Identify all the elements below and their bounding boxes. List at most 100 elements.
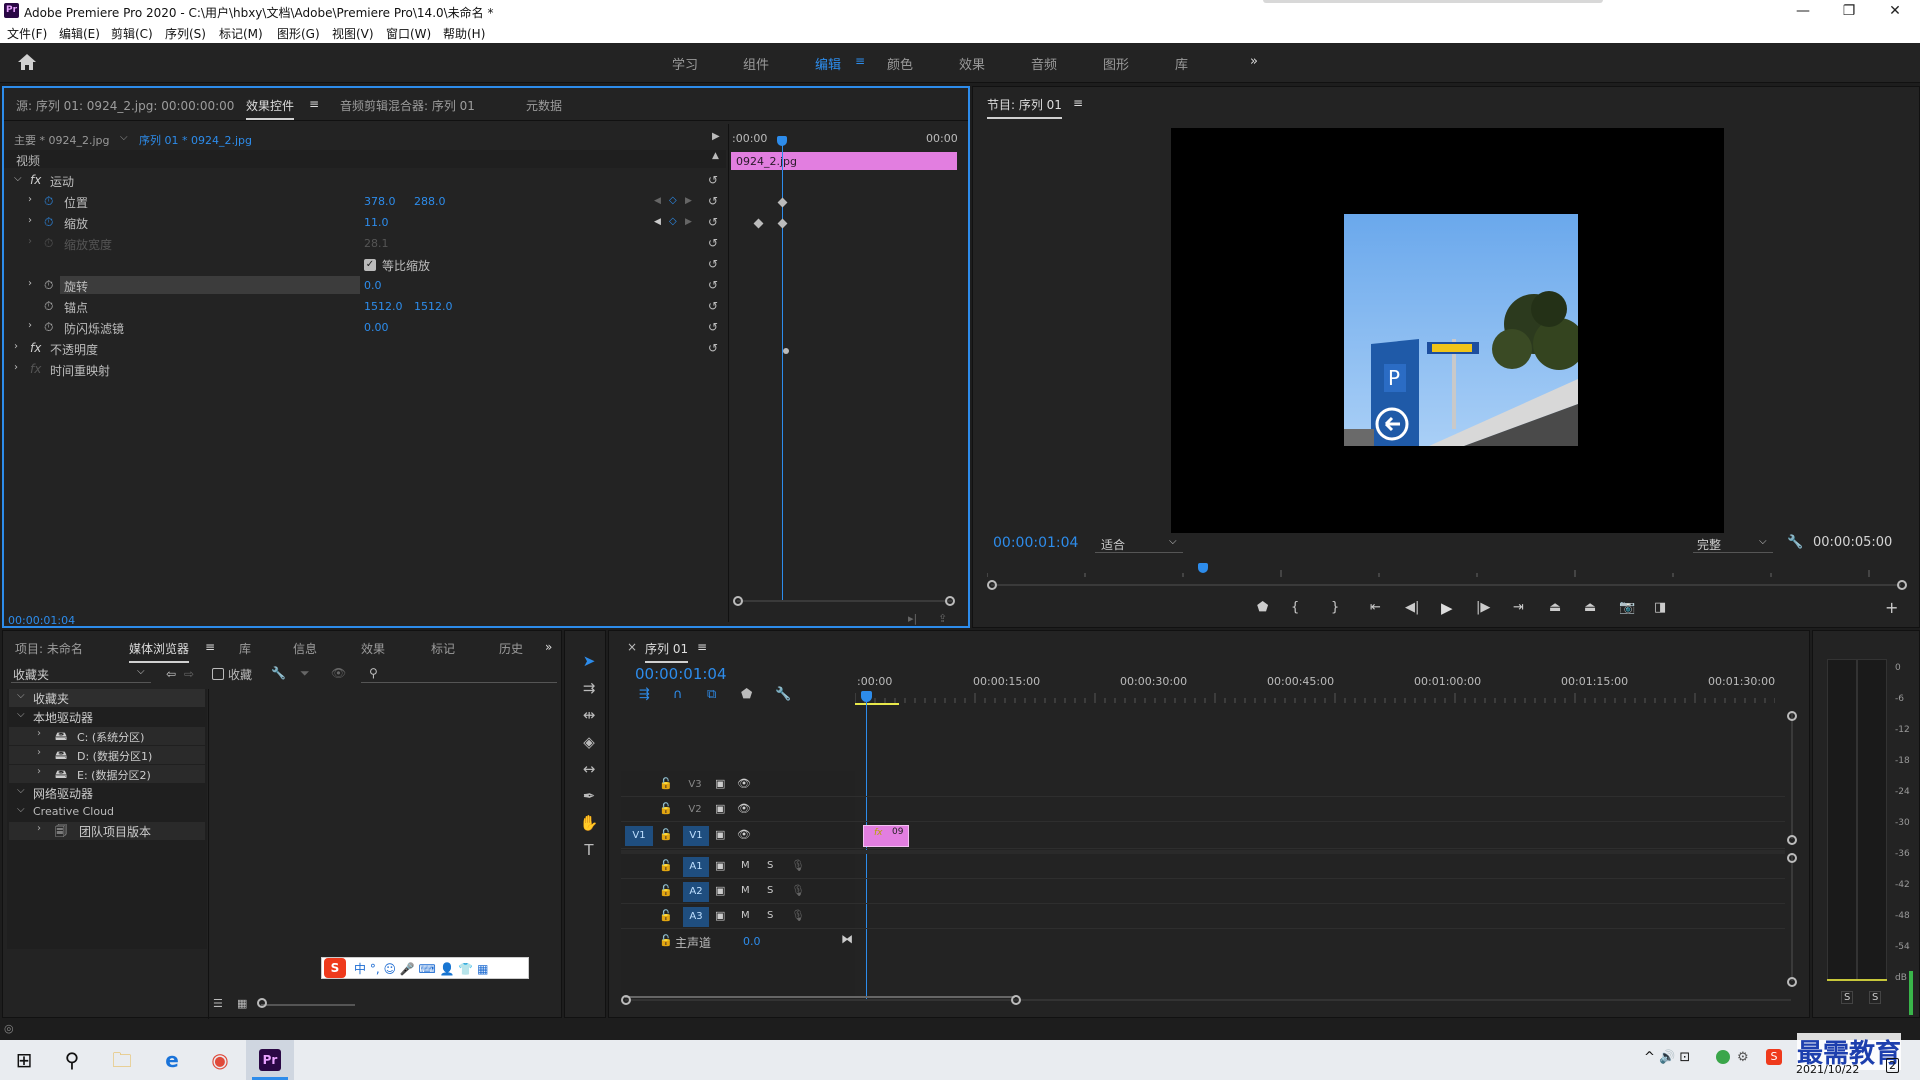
reset-icon[interactable]: ↺ — [708, 341, 718, 355]
tab-media-browser[interactable]: 媒体浏览器 — [129, 640, 190, 663]
menu-view[interactable]: 视图(V) — [332, 25, 374, 42]
linked-selection-icon[interactable]: ⧉ — [707, 687, 716, 702]
effect-timecode[interactable]: 00:00:01:04 — [8, 614, 75, 627]
track-lock-icon[interactable]: 🔓 — [659, 802, 673, 815]
restore-button[interactable]: ❐ — [1826, 0, 1872, 22]
menu-sequence[interactable]: 序列(S) — [165, 25, 206, 42]
scroll-handle-top[interactable] — [1787, 853, 1797, 863]
tab-libraries[interactable]: 库 — [239, 640, 251, 657]
overflow-icon[interactable]: » — [545, 640, 552, 654]
timeline-settings-wrench-icon[interactable]: 🔧 — [775, 687, 791, 702]
panel-menu-icon[interactable]: ≡ — [697, 640, 707, 654]
chevron-right-icon[interactable]: › — [14, 341, 18, 352]
chevron-right-icon[interactable]: › — [28, 194, 32, 205]
status-info-icon[interactable]: ◎ — [4, 1022, 14, 1035]
add-keyframe-icon[interactable]: ◇ — [669, 195, 677, 206]
media-search-input[interactable]: ⚲ — [361, 665, 557, 683]
workspace-color[interactable]: 颜色 — [887, 54, 913, 73]
track-a1[interactable]: 🔓 A1 ▣ M S 🎙 — [621, 855, 1785, 879]
solo-button[interactable]: S — [767, 885, 773, 896]
tray-network-icon[interactable]: ⚙ — [1737, 1050, 1749, 1065]
tab-effects[interactable]: 效果 — [361, 640, 385, 657]
tab-project[interactable]: 项目: 未命名 — [15, 640, 83, 657]
chevron-down-icon[interactable]: ⌵ — [17, 804, 25, 815]
track-v1-label[interactable]: V1 — [683, 826, 709, 846]
windows-start-button[interactable]: ⊞ — [0, 1040, 48, 1080]
filter-icon[interactable]: ▸| — [908, 612, 917, 625]
chevron-right-icon[interactable]: › — [28, 215, 32, 226]
solo-button[interactable]: S — [767, 910, 773, 921]
scroll-handle-bottom[interactable] — [1787, 977, 1797, 987]
rotation-value[interactable]: 0.0 — [364, 279, 382, 292]
tree-network-row[interactable]: ⌵ 网络驱动器 — [9, 784, 205, 802]
step-back-icon[interactable]: ◀| — [1405, 600, 1419, 615]
sequence-clip-label[interactable]: 序列 01 * 0924_2.jpg — [139, 132, 252, 148]
favorites-checkbox[interactable] — [212, 668, 224, 680]
reset-icon[interactable]: ↺ — [708, 278, 718, 292]
taskbar-premiere-active[interactable]: Pr — [246, 1040, 294, 1080]
wrench-icon[interactable]: 🔧 — [1787, 535, 1803, 550]
hand-tool-icon[interactable]: ✋ — [578, 812, 600, 834]
workspace-overflow-icon[interactable]: » — [1250, 54, 1258, 69]
button-editor-plus-icon[interactable]: + — [1885, 598, 1898, 617]
workspace-learn[interactable]: 学习 — [672, 54, 698, 73]
anti-flicker-value[interactable]: 0.00 — [364, 321, 389, 334]
tree-creative-cloud-row[interactable]: ⌵ Creative Cloud — [9, 803, 205, 821]
type-tool-icon[interactable]: T — [578, 839, 600, 861]
step-forward-icon[interactable]: |▶ — [1476, 600, 1490, 615]
taskbar-search-icon[interactable]: ⚲ — [48, 1040, 96, 1080]
tree-team-versions-row[interactable]: › 🗐 团队项目版本 — [9, 822, 205, 840]
scale-value[interactable]: 11.0 — [364, 216, 389, 229]
notification-center-icon[interactable]: 2 — [1886, 1058, 1899, 1073]
tree-drive-d-row[interactable]: › 🖴 D: (数据分区1) — [9, 746, 205, 764]
sogou-tray-icon[interactable]: S — [1766, 1049, 1782, 1065]
tab-metadata[interactable]: 元数据 — [526, 97, 562, 114]
go-to-out-icon[interactable]: ⇥ — [1513, 600, 1524, 615]
work-area-bar[interactable] — [855, 703, 899, 705]
chrome-browser-icon[interactable]: ◉ — [196, 1040, 244, 1080]
reset-icon[interactable]: ↺ — [708, 194, 718, 208]
thumbnail-size-slider[interactable] — [261, 1004, 355, 1006]
ime-toolbar[interactable]: S 中 °, ☺ 🎤 ⌨ 👤 👕 ▦ — [321, 957, 529, 979]
menu-clip[interactable]: 剪辑(C) — [111, 25, 153, 42]
list-view-icon[interactable]: ☰ — [213, 997, 223, 1010]
opacity-keyframe-dot[interactable] — [783, 348, 789, 354]
track-lock-icon[interactable]: 🔓 — [659, 909, 673, 922]
timeline-timecode[interactable]: 00:00:01:04 — [635, 665, 727, 683]
menu-file[interactable]: 文件(F) — [7, 25, 47, 42]
wrench-icon[interactable]: 🔧 — [271, 666, 286, 680]
play-only-audio-icon[interactable]: ▶ — [712, 131, 720, 142]
home-icon[interactable] — [17, 53, 37, 71]
sogou-logo-icon[interactable]: S — [324, 958, 346, 978]
sync-lock-icon[interactable]: ▣ — [715, 909, 725, 922]
position-keyframe[interactable] — [777, 197, 788, 208]
scroll-handle-top[interactable] — [1787, 711, 1797, 721]
scale-keyframe-2[interactable] — [777, 218, 788, 229]
microphone-icon[interactable]: 🎙 — [791, 859, 805, 872]
chevron-right-icon[interactable]: › — [37, 823, 41, 834]
panel-menu-icon[interactable]: ≡ — [1073, 96, 1083, 110]
mark-out-icon[interactable]: } — [1331, 600, 1339, 615]
chevron-right-icon[interactable]: › — [37, 747, 41, 758]
favorites-select[interactable]: 收藏夹 ⌵ — [11, 665, 151, 683]
timeline-playhead-line[interactable] — [866, 697, 867, 1001]
tree-local-drives-row[interactable]: ⌵ 本地驱动器 — [9, 708, 205, 726]
play-icon[interactable]: ▶ — [1441, 599, 1453, 617]
track-a2[interactable]: 🔓 A2 ▣ M S 🎙 — [621, 880, 1785, 904]
eye-icon[interactable]: 👁 — [737, 777, 751, 790]
chevron-right-icon[interactable]: › — [37, 766, 41, 777]
solo-right-button[interactable]: S — [1869, 991, 1882, 1004]
chevron-down-icon[interactable]: ⌵ — [14, 173, 22, 184]
add-marker-icon[interactable]: ⬟ — [741, 687, 752, 702]
track-lock-icon[interactable]: 🔓 — [659, 934, 673, 947]
track-v2-label[interactable]: V2 — [685, 801, 705, 819]
next-keyframe-icon[interactable]: ▶ — [685, 196, 692, 206]
workspace-menu-icon[interactable]: ≡ — [855, 54, 865, 68]
track-master[interactable]: 🔓 主声道 0.0 ⧓ — [621, 930, 1785, 954]
uniform-scale-checkbox[interactable]: ✓ — [364, 259, 376, 271]
anchor-x-value[interactable]: 1512.0 — [364, 300, 403, 313]
reset-icon[interactable]: ↺ — [708, 215, 718, 229]
scroll-handle-right[interactable] — [1011, 995, 1021, 1005]
master-volume-value[interactable]: 0.0 — [743, 935, 761, 948]
go-to-end-icon[interactable]: ⧓ — [841, 932, 853, 946]
